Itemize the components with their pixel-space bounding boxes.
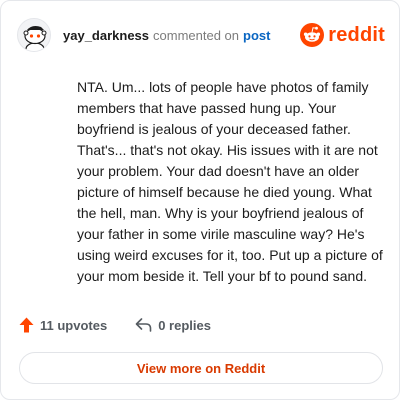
view-more-button[interactable]: View more on Reddit — [19, 352, 383, 384]
upvotes-count: 11 upvotes — [40, 317, 108, 333]
comment-meta: yay_darkness commented on post — [63, 28, 270, 43]
comment-embed-card: yay_darkness commented on post reddit NT… — [0, 0, 400, 400]
comment-stats: 11 upvotes 0 replies — [19, 317, 211, 333]
author-username[interactable]: yay_darkness — [63, 28, 149, 43]
replies-stat[interactable]: 0 replies — [135, 318, 211, 333]
upvote-arrow-icon — [19, 317, 34, 333]
comment-header: yay_darkness commented on post reddit — [17, 17, 385, 53]
post-link[interactable]: post — [243, 28, 270, 43]
reddit-wordmark: reddit — [328, 23, 385, 46]
upvotes-stat[interactable]: 11 upvotes — [19, 317, 107, 333]
reply-arrow-icon — [135, 318, 152, 332]
reddit-logo-icon — [300, 23, 325, 47]
snoo-avatar-icon[interactable] — [17, 18, 51, 52]
action-text: commented on — [153, 27, 240, 43]
reddit-brand[interactable]: reddit — [300, 23, 385, 47]
replies-count: 0 replies — [158, 317, 211, 333]
comment-body: NTA. Um... lots of people have photos of… — [77, 79, 383, 284]
